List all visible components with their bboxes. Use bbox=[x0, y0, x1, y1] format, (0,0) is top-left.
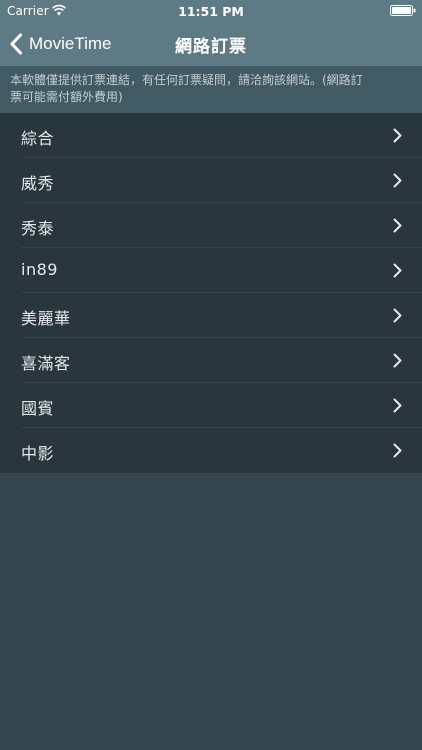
screen: Carrier 11:51 PM MovieTime 網路訂票 本軟體僅提供訂票… bbox=[0, 0, 422, 750]
notice-line-1: 本軟體僅提供訂票連結，有任何訂票疑問，請洽詢該網站。(網路訂 bbox=[10, 73, 363, 87]
chevron-right-icon bbox=[393, 353, 402, 368]
list-item-theater-6[interactable]: 國賓 bbox=[0, 383, 422, 428]
chevron-right-icon bbox=[393, 443, 402, 458]
list-item-theater-3[interactable]: in89 bbox=[0, 248, 422, 293]
list-item-theater-7[interactable]: 中影 bbox=[0, 428, 422, 473]
list-item-theater-0[interactable]: 綜合 bbox=[0, 113, 422, 158]
navigation-bar: MovieTime 網路訂票 bbox=[0, 22, 422, 66]
theater-list: 綜合 威秀 秀泰 in89 美麗華 喜滿客 國賓 中影 bbox=[0, 113, 422, 473]
list-item-label: 國賓 bbox=[21, 399, 55, 418]
chevron-right-icon bbox=[393, 173, 402, 188]
list-item-label: 秀泰 bbox=[21, 219, 55, 238]
page-title: 網路訂票 bbox=[175, 37, 247, 57]
list-item-label: 中影 bbox=[21, 444, 55, 463]
chevron-right-icon bbox=[393, 398, 402, 413]
list-item-label: 威秀 bbox=[21, 174, 55, 193]
status-bar: Carrier 11:51 PM bbox=[0, 0, 422, 22]
list-item-label: in89 bbox=[21, 260, 58, 279]
status-time: 11:51 PM bbox=[178, 4, 244, 19]
notice-line-2: 票可能需付額外費用) bbox=[10, 90, 123, 104]
notice-text: 本軟體僅提供訂票連結，有任何訂票疑問，請洽詢該網站。(網路訂 票可能需付額外費用… bbox=[0, 66, 422, 113]
battery-full-icon bbox=[390, 5, 416, 16]
list-item-label: 美麗華 bbox=[21, 309, 71, 328]
list-item-label: 綜合 bbox=[21, 129, 55, 148]
chevron-right-icon bbox=[393, 308, 402, 323]
list-item-label: 喜滿客 bbox=[21, 354, 71, 373]
list-item-theater-5[interactable]: 喜滿客 bbox=[0, 338, 422, 383]
chevron-right-icon bbox=[393, 263, 402, 278]
chevron-right-icon bbox=[393, 218, 402, 233]
list-item-theater-2[interactable]: 秀泰 bbox=[0, 203, 422, 248]
list-item-theater-1[interactable]: 威秀 bbox=[0, 158, 422, 203]
list-item-theater-4[interactable]: 美麗華 bbox=[0, 293, 422, 338]
chevron-right-icon bbox=[393, 128, 402, 143]
top-bar: Carrier 11:51 PM MovieTime 網路訂票 bbox=[0, 0, 422, 66]
